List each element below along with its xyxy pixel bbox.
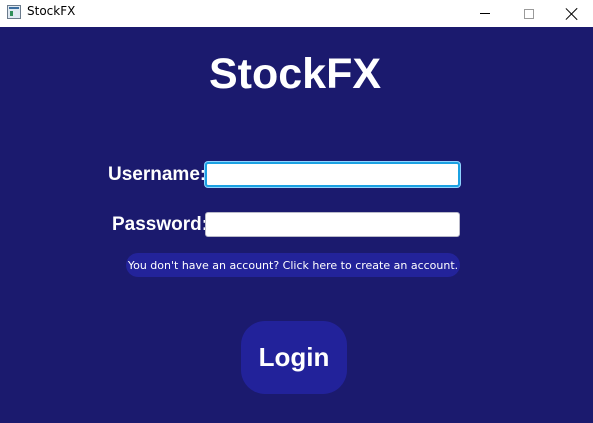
maximize-icon — [524, 8, 534, 19]
app-icon — [7, 5, 21, 19]
username-label: Username: — [108, 164, 207, 185]
username-input[interactable] — [205, 162, 460, 187]
password-input[interactable] — [205, 212, 460, 237]
close-button[interactable] — [549, 0, 593, 27]
password-label: Password: — [112, 214, 209, 235]
create-account-link[interactable]: You don't have an account? Click here to… — [126, 253, 460, 277]
minimize-icon — [480, 13, 490, 14]
app-title: StockFX — [208, 50, 382, 98]
login-button[interactable]: Login — [241, 321, 347, 394]
minimize-button[interactable] — [462, 0, 508, 27]
close-icon — [566, 8, 578, 20]
maximize-button[interactable] — [506, 0, 552, 27]
window-title: StockFX — [27, 4, 76, 18]
title-bar: StockFX — [0, 0, 593, 27]
app-window: StockFX StockFX Username: Password: You … — [0, 0, 593, 423]
